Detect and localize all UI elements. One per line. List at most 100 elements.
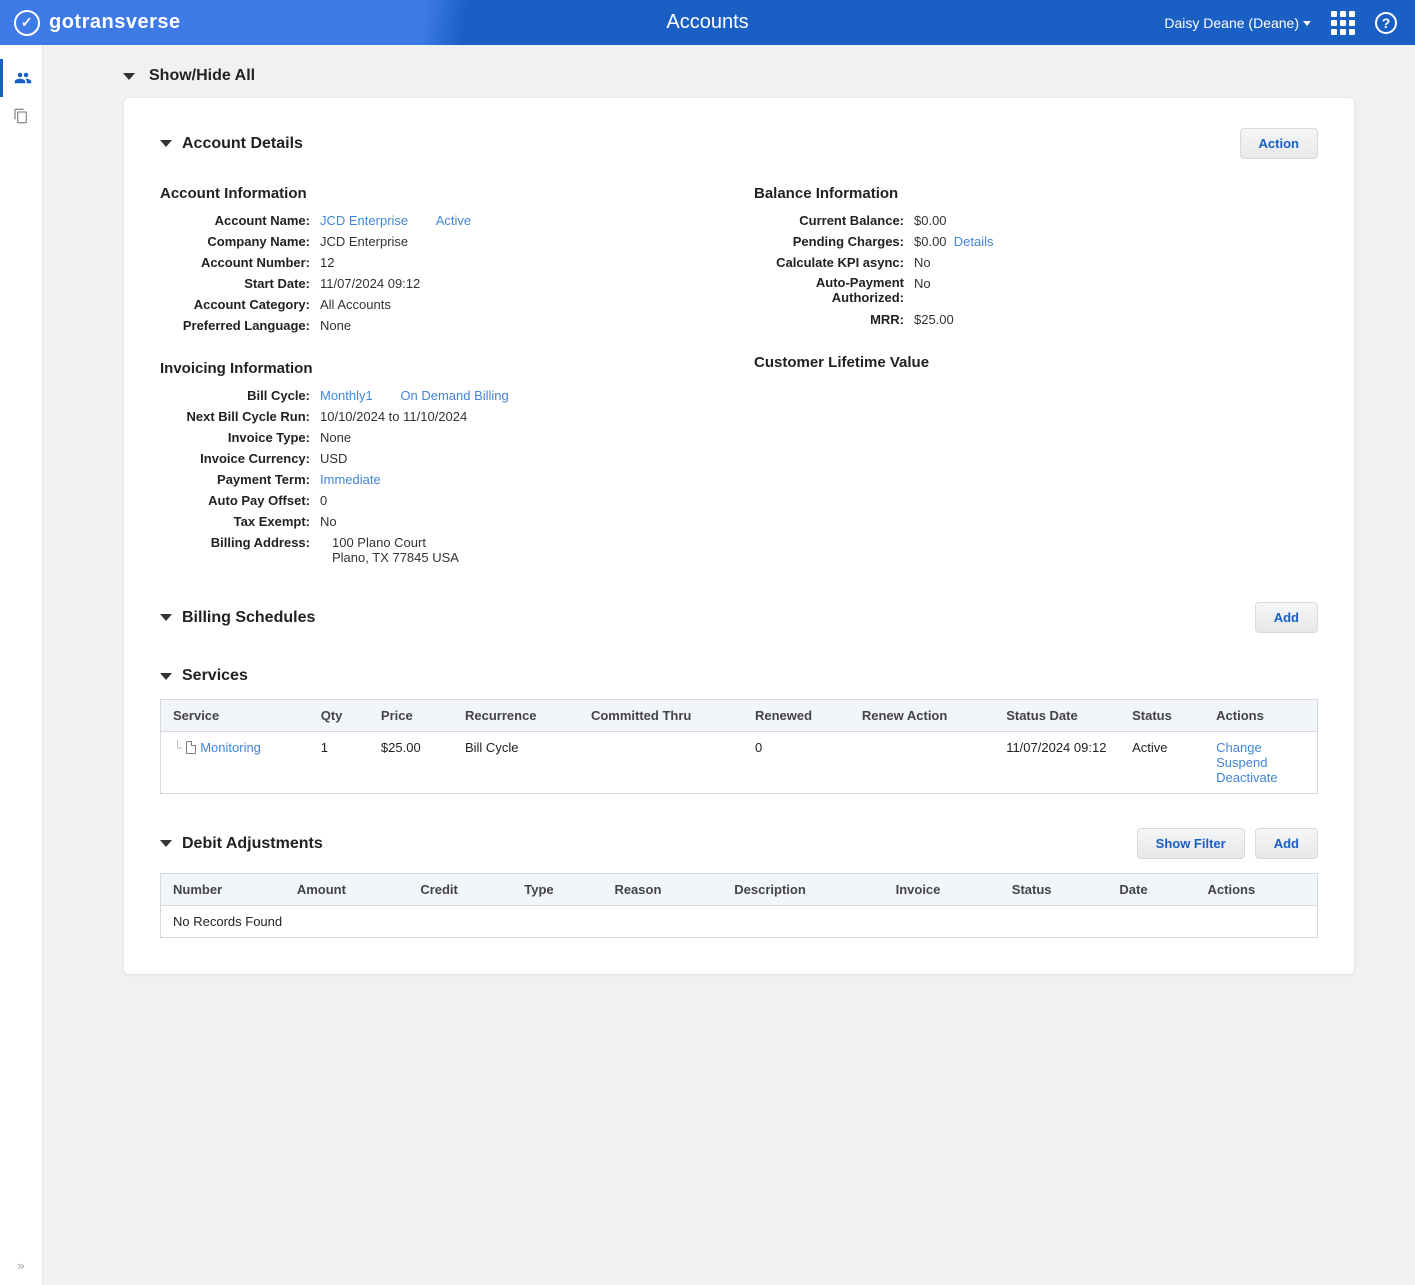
apps-grid-icon[interactable] <box>1331 11 1355 35</box>
service-name-link[interactable]: Monitoring <box>200 740 261 755</box>
account-number-label: Account Number: <box>160 255 320 270</box>
auto-pay-offset-value: 0 <box>320 493 724 508</box>
balance-info-heading: Balance Information <box>754 185 1318 202</box>
debit-empty-row: No Records Found <box>161 906 1318 938</box>
dcol-description[interactable]: Description <box>722 874 883 906</box>
main-content: Show/Hide All Account Details Action Acc… <box>43 45 1415 1285</box>
account-status-link[interactable]: Active <box>436 213 471 228</box>
pending-charges-label: Pending Charges: <box>754 234 914 249</box>
preferred-language-value: None <box>320 318 724 333</box>
next-bill-cycle-label: Next Bill Cycle Run: <box>160 409 320 424</box>
dcol-actions[interactable]: Actions <box>1196 874 1318 906</box>
dcol-number[interactable]: Number <box>161 874 285 906</box>
chevron-down-icon <box>160 673 172 680</box>
billing-schedules-add-button[interactable]: Add <box>1255 602 1318 633</box>
invoice-currency-value: USD <box>320 451 724 466</box>
account-name-link[interactable]: JCD Enterprise <box>320 213 408 228</box>
invoice-type-label: Invoice Type: <box>160 430 320 445</box>
sidebar-item-other[interactable] <box>0 97 42 135</box>
current-balance-label: Current Balance: <box>754 213 914 228</box>
file-icon <box>186 741 196 754</box>
dcol-type[interactable]: Type <box>512 874 602 906</box>
company-name-value: JCD Enterprise <box>320 234 724 249</box>
pending-charges-value: $0.00 <box>914 234 947 249</box>
copy-icon <box>13 108 29 124</box>
dcol-credit[interactable]: Credit <box>408 874 512 906</box>
chevron-down-icon <box>123 73 135 80</box>
start-date-value: 11/07/2024 09:12 <box>320 276 724 291</box>
dcol-reason[interactable]: Reason <box>602 874 722 906</box>
bill-cycle-link[interactable]: Monthly1 <box>320 388 373 403</box>
col-price[interactable]: Price <box>369 700 453 732</box>
show-hide-all-toggle[interactable]: Show/Hide All <box>123 67 1355 85</box>
service-deactivate-link[interactable]: Deactivate <box>1216 770 1305 785</box>
services-title: Services <box>182 667 248 685</box>
help-icon[interactable]: ? <box>1375 12 1397 34</box>
dcol-invoice[interactable]: Invoice <box>884 874 1000 906</box>
sidebar-item-accounts[interactable] <box>0 59 42 97</box>
account-panel: Account Details Action Account Informati… <box>123 97 1355 975</box>
account-info-heading: Account Information <box>160 185 724 202</box>
dcol-status[interactable]: Status <box>1000 874 1108 906</box>
user-menu[interactable]: Daisy Deane (Deane) <box>1164 15 1311 31</box>
debit-adjustments-toggle[interactable]: Debit Adjustments <box>160 835 323 853</box>
account-details-toggle[interactable]: Account Details <box>160 135 303 153</box>
services-table: Service Qty Price Recurrence Committed T… <box>160 699 1318 794</box>
show-hide-all-label: Show/Hide All <box>149 67 255 85</box>
billing-schedules-title: Billing Schedules <box>182 609 315 627</box>
col-renewed[interactable]: Renewed <box>743 700 850 732</box>
clv-heading: Customer Lifetime Value <box>754 354 1318 371</box>
cell-renewed: 0 <box>743 732 850 794</box>
bill-cycle-label: Bill Cycle: <box>160 388 320 403</box>
pending-details-link[interactable]: Details <box>954 234 994 249</box>
debit-add-button[interactable]: Add <box>1255 828 1318 859</box>
current-balance-value: $0.00 <box>914 213 1318 228</box>
company-name-label: Company Name: <box>160 234 320 249</box>
services-toggle[interactable]: Services <box>160 667 248 685</box>
calc-kpi-label: Calculate KPI async: <box>754 255 914 270</box>
account-category-label: Account Category: <box>160 297 320 312</box>
account-number-value: 12 <box>320 255 724 270</box>
service-row: └ Monitoring 1 $25.00 Bill Cycle 0 <box>161 732 1318 794</box>
cell-price: $25.00 <box>369 732 453 794</box>
col-qty[interactable]: Qty <box>309 700 369 732</box>
col-recurrence[interactable]: Recurrence <box>453 700 579 732</box>
col-service[interactable]: Service <box>161 700 309 732</box>
payment-term-link[interactable]: Immediate <box>320 472 381 487</box>
chevron-down-icon <box>160 140 172 147</box>
dcol-amount[interactable]: Amount <box>285 874 408 906</box>
invoice-type-value: None <box>320 430 724 445</box>
page-title: Accounts <box>666 11 748 34</box>
billing-address-label: Billing Address: <box>160 535 320 550</box>
brand[interactable]: ✓ gotransverse <box>14 10 181 36</box>
billing-schedules-toggle[interactable]: Billing Schedules <box>160 609 315 627</box>
on-demand-billing-link[interactable]: On Demand Billing <box>400 388 508 403</box>
col-status-date[interactable]: Status Date <box>994 700 1120 732</box>
mrr-label: MRR: <box>754 312 914 327</box>
col-committed[interactable]: Committed Thru <box>579 700 743 732</box>
sidebar-collapse-icon[interactable]: » <box>17 1258 24 1273</box>
chevron-down-icon <box>160 840 172 847</box>
calc-kpi-value: No <box>914 255 1318 270</box>
cell-qty: 1 <box>309 732 369 794</box>
debit-empty-value: No Records Found <box>161 906 1318 938</box>
user-name: Daisy Deane (Deane) <box>1164 15 1299 31</box>
preferred-language-label: Preferred Language: <box>160 318 320 333</box>
show-filter-button[interactable]: Show Filter <box>1137 828 1245 859</box>
dcol-date[interactable]: Date <box>1107 874 1195 906</box>
tree-elbow-icon: └ <box>173 740 182 755</box>
brand-logo-icon: ✓ <box>14 10 40 36</box>
debit-adjustments-title: Debit Adjustments <box>182 835 323 853</box>
col-status[interactable]: Status <box>1120 700 1204 732</box>
account-details-header: Account Details Action <box>160 128 1318 159</box>
cell-status-date: 11/07/2024 09:12 <box>994 732 1120 794</box>
mrr-value: $25.00 <box>914 312 1318 327</box>
service-suspend-link[interactable]: Suspend <box>1216 755 1305 770</box>
col-renew-action[interactable]: Renew Action <box>850 700 994 732</box>
brand-text: gotransverse <box>49 11 181 34</box>
service-change-link[interactable]: Change <box>1216 740 1305 755</box>
cell-renew-action <box>850 732 994 794</box>
col-actions[interactable]: Actions <box>1204 700 1317 732</box>
next-bill-cycle-value: 10/10/2024 to 11/10/2024 <box>320 409 724 424</box>
action-button[interactable]: Action <box>1240 128 1318 159</box>
